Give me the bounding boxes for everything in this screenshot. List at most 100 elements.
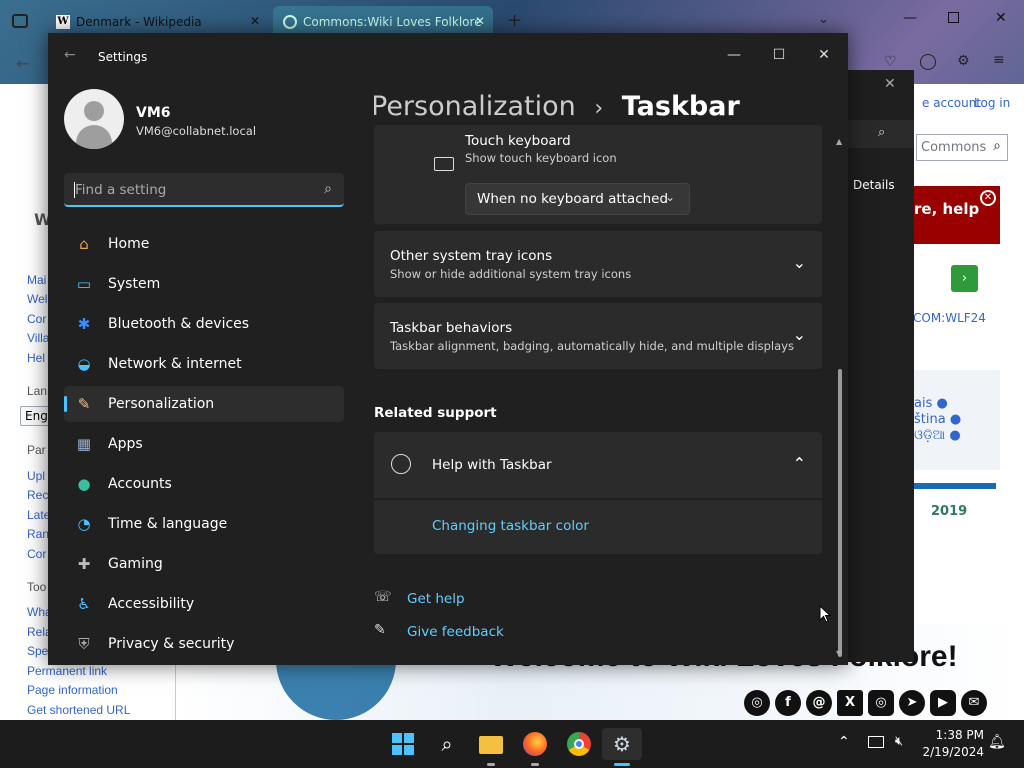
lang-item[interactable]: ଓଡ଼ିଆ ● [914,428,961,443]
scroll-up-icon[interactable]: ▲ [836,137,842,146]
telegram-icon[interactable]: ➤ [899,690,925,716]
menu-icon[interactable]: ≡ [993,52,1005,68]
wiki-sidebar-link[interactable]: Wel [27,292,47,306]
system-tray-card[interactable]: Other system tray icons Show or hide add… [374,231,822,297]
wiki-sidebar-link[interactable]: Cor [27,547,46,561]
wiki-sidebar-link[interactable]: Get shortened URL [27,703,130,717]
search-input[interactable]: Find a setting ⌕ [64,173,344,207]
back-icon[interactable]: ← [16,54,29,73]
pocket-icon[interactable]: ♡ [884,54,897,70]
tab-close-icon[interactable]: ✕ [250,14,260,28]
hashtag-link[interactable]: COM:WLF24 [913,311,986,325]
wiki-sidebar-link[interactable]: Cor [27,312,46,326]
sidebar-item-privacy-security[interactable]: ⛨ Privacy & security [64,626,344,662]
keyboard-dropdown[interactable]: When no keyboard attached ⌄ [465,183,690,215]
create-account-link[interactable]: e account [922,96,981,110]
x-icon[interactable]: X [837,690,863,716]
search-icon[interactable]: ⌕ [993,138,1001,154]
start-button[interactable] [387,728,419,760]
help-with-taskbar-header[interactable]: Help with Taskbar ⌃ [374,432,822,498]
search-icon[interactable]: ⌕ [324,181,332,197]
taskbar-behaviors-card[interactable]: Taskbar behaviors Taskbar alignment, bad… [374,303,822,369]
sidebar-item-time-language[interactable]: ◔ Time & language [64,506,344,542]
sidebar-item-accessibility[interactable]: ♿ Accessibility [64,586,344,622]
wiki-sidebar-link[interactable]: Late [27,508,50,522]
content-scrollbar[interactable]: ▲ ▼ [836,137,844,661]
website-icon[interactable]: ◎ [744,690,770,716]
wiki-sidebar-link[interactable]: Hel [27,351,45,365]
sidebar-item-gaming[interactable]: ✚ Gaming [64,546,344,582]
search-icon[interactable]: ⌕ [878,125,885,140]
minimize-button[interactable]: — [716,41,752,69]
wiki-sidebar-link[interactable]: Mai [27,273,46,287]
extensions-icon[interactable]: ⚙ [957,53,970,69]
email-icon[interactable]: ✉ [961,690,987,716]
scrollbar-thumb[interactable] [838,369,842,657]
details-label[interactable]: Details [853,178,895,192]
wiki-sidebar-link[interactable]: Upl [27,469,45,483]
tab-close-icon[interactable]: ✕ [475,14,485,28]
new-tab-button[interactable]: + [507,10,522,31]
chevron-up-icon[interactable]: ⌃ [793,454,806,473]
sidebar-item-personalization[interactable]: ✎ Personalization [64,386,344,422]
account-icon[interactable] [920,54,936,70]
wiki-sidebar-link[interactable]: Page information [27,683,118,697]
scroll-down-icon[interactable]: ▼ [836,649,842,658]
show-hidden-icons-icon[interactable]: ⌃ [838,734,850,750]
wiki-search-input[interactable]: Commons ⌕ [916,134,1008,161]
wiki-sidebar-link[interactable]: Spe [27,644,48,658]
give-feedback-link[interactable]: Give feedback [407,624,504,640]
bluetooth-icon: ✱ [77,315,91,333]
sidebar-item-bluetooth-devices[interactable]: ✱ Bluetooth & devices [64,306,344,342]
avatar[interactable] [64,89,124,149]
browser-minimize-icon[interactable]: — [903,10,917,26]
lang-item[interactable]: ais ● [914,396,948,411]
youtube-icon[interactable]: ▶ [930,690,956,716]
tab-list-icon[interactable]: ⌄ [818,12,829,27]
facebook-icon[interactable]: f [775,690,801,716]
banner-close-icon[interactable]: ✕ [980,190,996,206]
lang-item[interactable]: ština ● [914,412,961,427]
file-explorer-icon[interactable] [475,728,507,760]
sidebar-item-home[interactable]: ⌂ Home [64,226,344,262]
clock-date[interactable]: 2/19/2024 [922,745,984,759]
chrome-icon[interactable] [563,728,595,760]
clock-time[interactable]: 1:38 PM [934,728,984,742]
language-button[interactable]: Eng [20,406,50,426]
notification-bell-icon[interactable]: 🔔︎ [988,734,1006,750]
breadcrumb-parent[interactable]: Personalization [374,91,576,122]
sidebar-item-label: Bluetooth & devices [108,316,250,332]
back-arrow-icon[interactable]: ← [64,47,76,63]
login-link[interactable]: Log in [974,96,1010,110]
search-icon[interactable]: ⌕ [431,728,463,760]
wiki-sidebar-link[interactable]: Permanent link [27,664,107,678]
sidebar-item-system[interactable]: ▭ System [64,266,344,302]
close-button[interactable]: ✕ [806,41,842,69]
commons-favicon-icon [283,15,297,29]
wiki-sidebar-link[interactable]: Ran [27,527,49,541]
firefox-icon[interactable] [519,728,551,760]
settings-app-icon[interactable]: ⚙ [602,728,642,760]
help-with-taskbar-body: Changing taskbar color [374,500,822,554]
changing-taskbar-color-link[interactable]: Changing taskbar color [432,518,589,534]
browser-close-icon[interactable]: ✕ [995,10,1007,26]
sidebar-item-accounts[interactable]: ● Accounts [64,466,344,502]
maximize-button[interactable]: ☐ [761,41,797,69]
dialog-search-box[interactable]: ⌕ [848,120,914,148]
threads-icon[interactable]: @ [806,690,832,716]
sidebar-item-apps[interactable]: ▦ Apps [64,426,344,462]
wiki-sidebar-link[interactable]: Rec [27,488,48,502]
volume-muted-icon[interactable]: 🔇︎ [895,734,903,749]
system-tray-title: Other system tray icons [390,248,553,264]
tab-overview-icon[interactable] [12,14,28,28]
browser-maximize-icon[interactable] [948,12,959,23]
network-icon[interactable] [868,736,884,748]
get-help-link[interactable]: Get help [407,591,465,607]
instagram-icon[interactable]: ◎ [868,690,894,716]
wiki-sidebar-link[interactable]: Villa [27,331,49,345]
next-arrow-button[interactable]: › [951,265,978,292]
chevron-down-icon[interactable]: ⌄ [793,253,806,272]
dialog-close-icon[interactable]: ✕ [884,76,896,92]
chevron-down-icon[interactable]: ⌄ [793,325,806,344]
sidebar-item-network-internet[interactable]: ◒ Network & internet [64,346,344,382]
